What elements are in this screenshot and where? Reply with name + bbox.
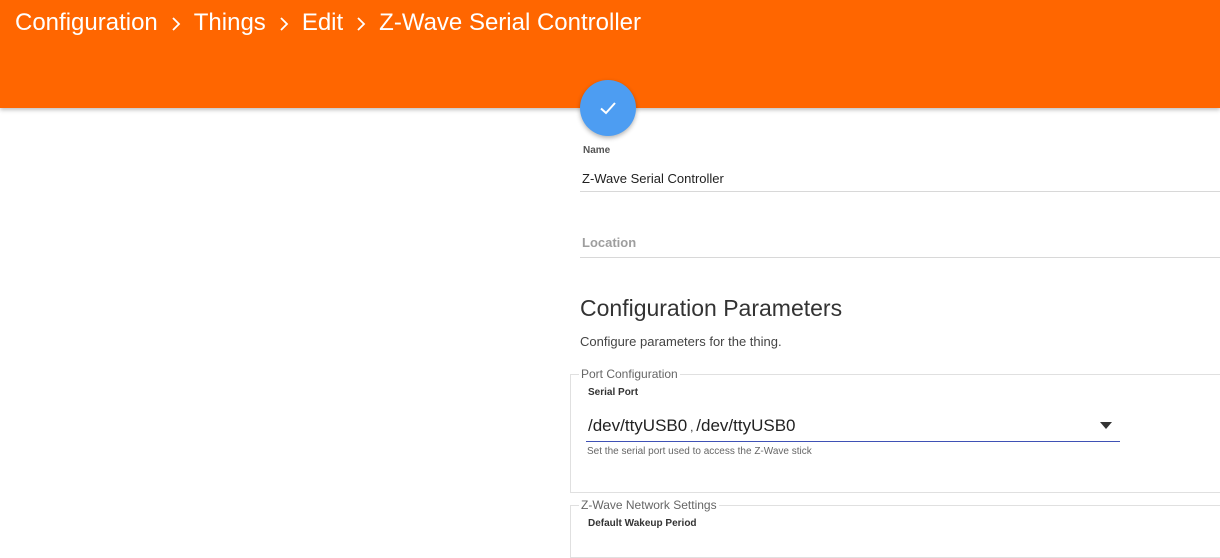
serial-port-label: Serial Port [588,387,639,398]
breadcrumb-edit[interactable]: Edit [302,9,343,37]
config-params-description: Configure parameters for the thing. [580,334,782,349]
serial-port-select[interactable]: /dev/ttyUSB0,/dev/ttyUSB0 [586,410,1120,442]
name-field[interactable] [580,166,1220,192]
save-button[interactable] [580,80,636,136]
serial-port-value-primary: /dev/ttyUSB0 [588,415,688,435]
breadcrumb-current: Z-Wave Serial Controller [379,9,642,36]
name-label: Name [583,145,611,156]
check-icon [600,102,616,115]
serial-port-value-separator: , [690,421,694,434]
group-legend: Z-Wave Network Settings [581,498,717,512]
serial-port-value: /dev/ttyUSB0,/dev/ttyUSB0 [588,416,796,436]
chevron-right-icon [158,11,194,35]
serial-port-value-secondary: /dev/ttyUSB0 [696,415,796,435]
breadcrumb-configuration[interactable]: Configuration [15,9,158,37]
chevron-right-icon [343,11,379,35]
breadcrumb-things[interactable]: Things [194,9,266,37]
dropdown-arrow-icon [1100,421,1112,429]
location-field[interactable] [580,228,1220,258]
serial-port-help: Set the serial port used to access the Z… [587,446,812,457]
config-params-title: Configuration Parameters [580,295,843,321]
chevron-right-icon [266,11,302,35]
breadcrumb: Configuration Things Edit Z-Wave Serial … [15,9,641,37]
default-wakeup-period-label: Default Wakeup Period [588,518,697,529]
group-legend: Port Configuration [581,367,678,381]
